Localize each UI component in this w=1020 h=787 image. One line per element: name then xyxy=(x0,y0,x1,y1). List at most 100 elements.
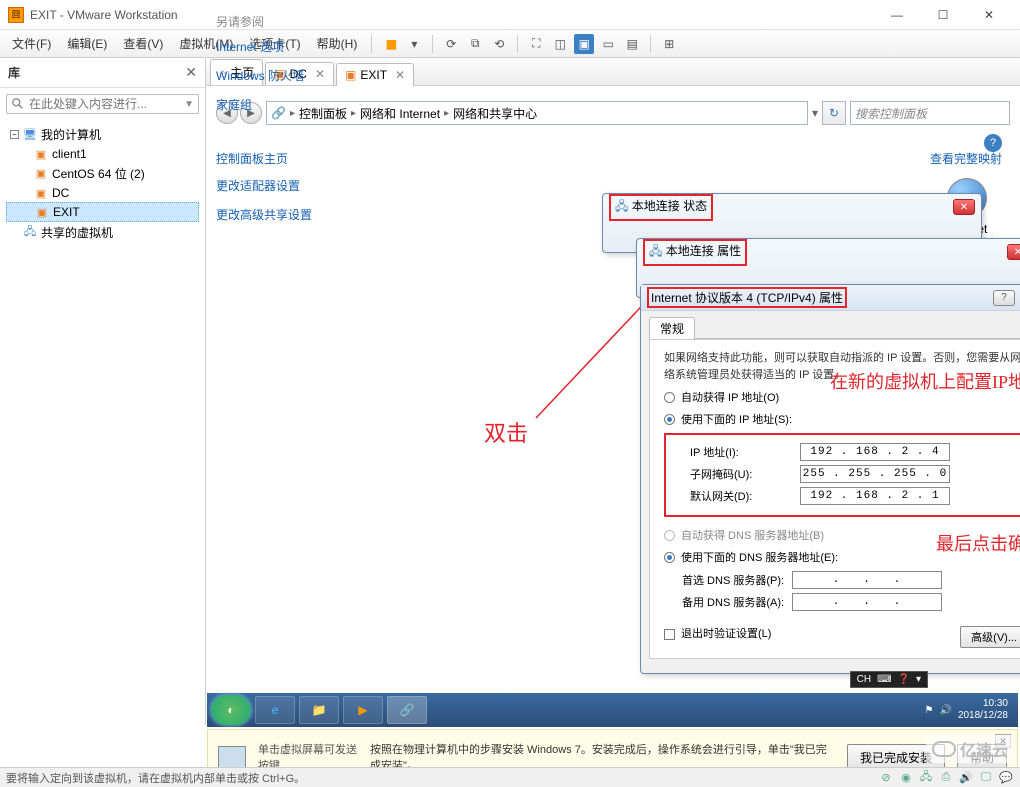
dialog1-title: 🖧 本地连接 状态 xyxy=(609,194,713,221)
menu-help[interactable]: 帮助(H) xyxy=(311,32,364,55)
ip-input[interactable]: 192 . 168 . 2 . 4 xyxy=(800,443,950,461)
sidebar-search-input[interactable] xyxy=(29,97,184,111)
tab-close-icon[interactable]: ✕ xyxy=(395,68,405,82)
tree-vm-client1[interactable]: ▣client1 xyxy=(6,145,199,163)
tree-root[interactable]: − 🖥 我的计算机 xyxy=(6,124,199,145)
breadcrumb[interactable]: 🔗 ▸ 控制面板 ▸ 网络和 Internet ▸ 网络和共享中心 xyxy=(266,101,808,125)
computer-icon: 🖥 xyxy=(23,128,37,142)
view1-icon[interactable]: ▣ xyxy=(574,34,594,54)
dns1-label: 首选 DNS 服务器(P): xyxy=(682,572,792,588)
content-area: ⌂主页 ▣DC✕ ▣EXIT✕ ◀ ▶ 🔗 ▸ 控制面板 ▸ 网络和 Inter… xyxy=(206,58,1020,725)
tab-close-icon[interactable]: ✕ xyxy=(315,67,325,81)
status-cd-icon[interactable]: ◉ xyxy=(898,770,914,786)
dialog2-close-button[interactable]: ✕ xyxy=(1007,244,1020,260)
collapse-icon[interactable]: − xyxy=(10,130,19,139)
titlebar: 回 EXIT - VMware Workstation — ☐ ✕ xyxy=(0,0,1020,30)
monitor-icon xyxy=(218,746,246,768)
internet-options-link[interactable]: Internet 选项 xyxy=(216,38,304,55)
dropdown-icon[interactable]: ▾ xyxy=(404,34,424,54)
vm-icon: ▣ xyxy=(34,167,48,181)
library-icon[interactable]: ⊞ xyxy=(659,34,679,54)
view-map-link[interactable]: 查看完整映射 xyxy=(918,150,1002,167)
view2-icon[interactable]: ▭ xyxy=(598,34,618,54)
sidebar-search[interactable]: ▼ xyxy=(6,94,199,114)
snapshot-icon[interactable]: ⟳ xyxy=(441,34,461,54)
cp-home-link[interactable]: 控制面板主页 xyxy=(216,150,376,167)
menu-file[interactable]: 文件(F) xyxy=(6,32,57,55)
dialog3-help-button[interactable]: ? xyxy=(993,290,1015,306)
statusbar: 要将输入定向到该虚拟机，请在虚拟机内部单击或按 Ctrl+G。 ⊘ ◉ 🖧 ⎙ … xyxy=(0,767,1020,787)
firewall-link[interactable]: Windows 防火墙 xyxy=(216,67,304,84)
view3-icon[interactable]: ▤ xyxy=(622,34,642,54)
cp-search[interactable]: 搜索控制面板 xyxy=(850,101,1010,125)
window-title: EXIT - VMware Workstation xyxy=(30,8,874,22)
menu-edit[interactable]: 编辑(E) xyxy=(61,32,113,55)
adv-sharing-link[interactable]: 更改高级共享设置 xyxy=(216,206,376,223)
menu-view[interactable]: 查看(V) xyxy=(117,32,169,55)
tab-general[interactable]: 常规 xyxy=(649,317,695,339)
vm-icon: ▣ xyxy=(35,205,49,219)
sidebar-close-icon[interactable]: ✕ xyxy=(185,64,197,81)
fullscreen-icon[interactable]: ⛶ xyxy=(526,34,546,54)
separator xyxy=(517,35,518,53)
vmware-logo-icon: 回 xyxy=(8,7,24,23)
tray-clock[interactable]: 10:30 2018/12/28 xyxy=(958,698,1008,722)
adapter-settings-link[interactable]: 更改适配器设置 xyxy=(216,177,376,194)
dns2-input[interactable]: . . . xyxy=(792,593,942,611)
snapshot-mgr-icon[interactable]: ⧉ xyxy=(465,34,485,54)
status-net-icon[interactable]: 🖧 xyxy=(918,770,934,786)
dialog1-close-button[interactable]: ✕ xyxy=(953,199,975,215)
taskbar-network[interactable]: 🔗 xyxy=(387,696,427,724)
vm-tree: − 🖥 我的计算机 ▣client1 ▣CentOS 64 位 (2) ▣DC … xyxy=(0,120,205,247)
radio-icon xyxy=(664,530,675,541)
radio-manual-ip[interactable]: 使用下面的 IP 地址(S): xyxy=(664,411,1020,427)
system-tray[interactable]: ⚑ 🔊 10:30 2018/12/28 xyxy=(925,698,1014,722)
gw-label: 默认网关(D): xyxy=(690,488,800,504)
sidebar-library: 库 ✕ ▼ − 🖥 我的计算机 ▣client1 ▣CentOS 64 位 (2… xyxy=(0,58,206,725)
tree-vm-centos[interactable]: ▣CentOS 64 位 (2) xyxy=(6,163,199,184)
gw-input[interactable]: 192 . 168 . 2 . 1 xyxy=(800,487,950,505)
status-msg-icon[interactable]: 💬 xyxy=(998,770,1014,786)
maximize-button[interactable]: ☐ xyxy=(920,0,966,30)
status-usb-icon[interactable]: ⎙ xyxy=(938,770,954,786)
tab-exit[interactable]: ▣EXIT✕ xyxy=(336,63,414,86)
ime-indicator[interactable]: CH⌨❓▾ xyxy=(850,671,928,688)
status-disk-icon[interactable]: ⊘ xyxy=(878,770,894,786)
unity-icon[interactable]: ◫ xyxy=(550,34,570,54)
annotation-config: 在新的虚拟机上配置IP地址 xyxy=(830,368,1020,394)
ime-icon: ⌨ xyxy=(877,674,891,685)
taskbar-explorer[interactable]: 📁 xyxy=(299,696,339,724)
tree-vm-dc[interactable]: ▣DC xyxy=(6,184,199,202)
snapshot-rev-icon[interactable]: ⟲ xyxy=(489,34,509,54)
separator xyxy=(371,35,372,53)
close-button[interactable]: ✕ xyxy=(966,0,1012,30)
shared-icon: 🖧 xyxy=(23,226,37,240)
tree-shared[interactable]: 🖧 共享的虚拟机 xyxy=(6,222,199,243)
status-text: 要将输入定向到该虚拟机，请在虚拟机内部单击或按 Ctrl+G。 xyxy=(6,770,305,786)
tree-vm-exit[interactable]: ▣EXIT xyxy=(6,202,199,222)
radio-icon xyxy=(664,392,675,403)
pause-icon[interactable]: ▮▮ xyxy=(380,34,400,54)
tray-volume-icon[interactable]: 🔊 xyxy=(939,705,951,716)
menubar: 文件(F) 编辑(E) 查看(V) 虚拟机(M) 选项卡(T) 帮助(H) ▮▮… xyxy=(0,30,1020,58)
status-sound-icon[interactable]: 🔊 xyxy=(958,770,974,786)
search-dropdown-icon[interactable]: ▼ xyxy=(184,99,194,110)
homegroup-link[interactable]: 家庭组 xyxy=(216,96,304,113)
taskbar-mediaplayer[interactable]: ▶ xyxy=(343,696,383,724)
tray-flag-icon[interactable]: ⚑ xyxy=(925,705,934,716)
adapter-icon: 🖧 xyxy=(615,199,628,213)
dns1-input[interactable]: . . . xyxy=(792,571,942,589)
tab-bar: ⌂主页 ▣DC✕ ▣EXIT✕ xyxy=(206,58,1020,86)
mask-input[interactable]: 255 . 255 . 255 . 0 xyxy=(800,465,950,483)
refresh-button[interactable]: ↻ xyxy=(822,101,846,125)
dropdown-icon[interactable]: ▾ xyxy=(812,106,818,120)
minimize-button[interactable]: — xyxy=(874,0,920,30)
status-display-icon[interactable]: 🖵 xyxy=(978,770,994,786)
advanced-button[interactable]: 高级(V)... xyxy=(960,626,1020,648)
annotation-ok: 最后点击确定 xyxy=(936,530,1020,556)
start-button[interactable]: ◐ xyxy=(211,695,251,725)
adapter-icon: 🖧 xyxy=(649,244,662,258)
guest-screen[interactable]: ◀ ▶ 🔗 ▸ 控制面板 ▸ 网络和 Internet ▸ 网络和共享中心 ▾ … xyxy=(206,86,1020,725)
search-icon xyxy=(11,97,25,111)
taskbar-ie[interactable]: e xyxy=(255,696,295,724)
